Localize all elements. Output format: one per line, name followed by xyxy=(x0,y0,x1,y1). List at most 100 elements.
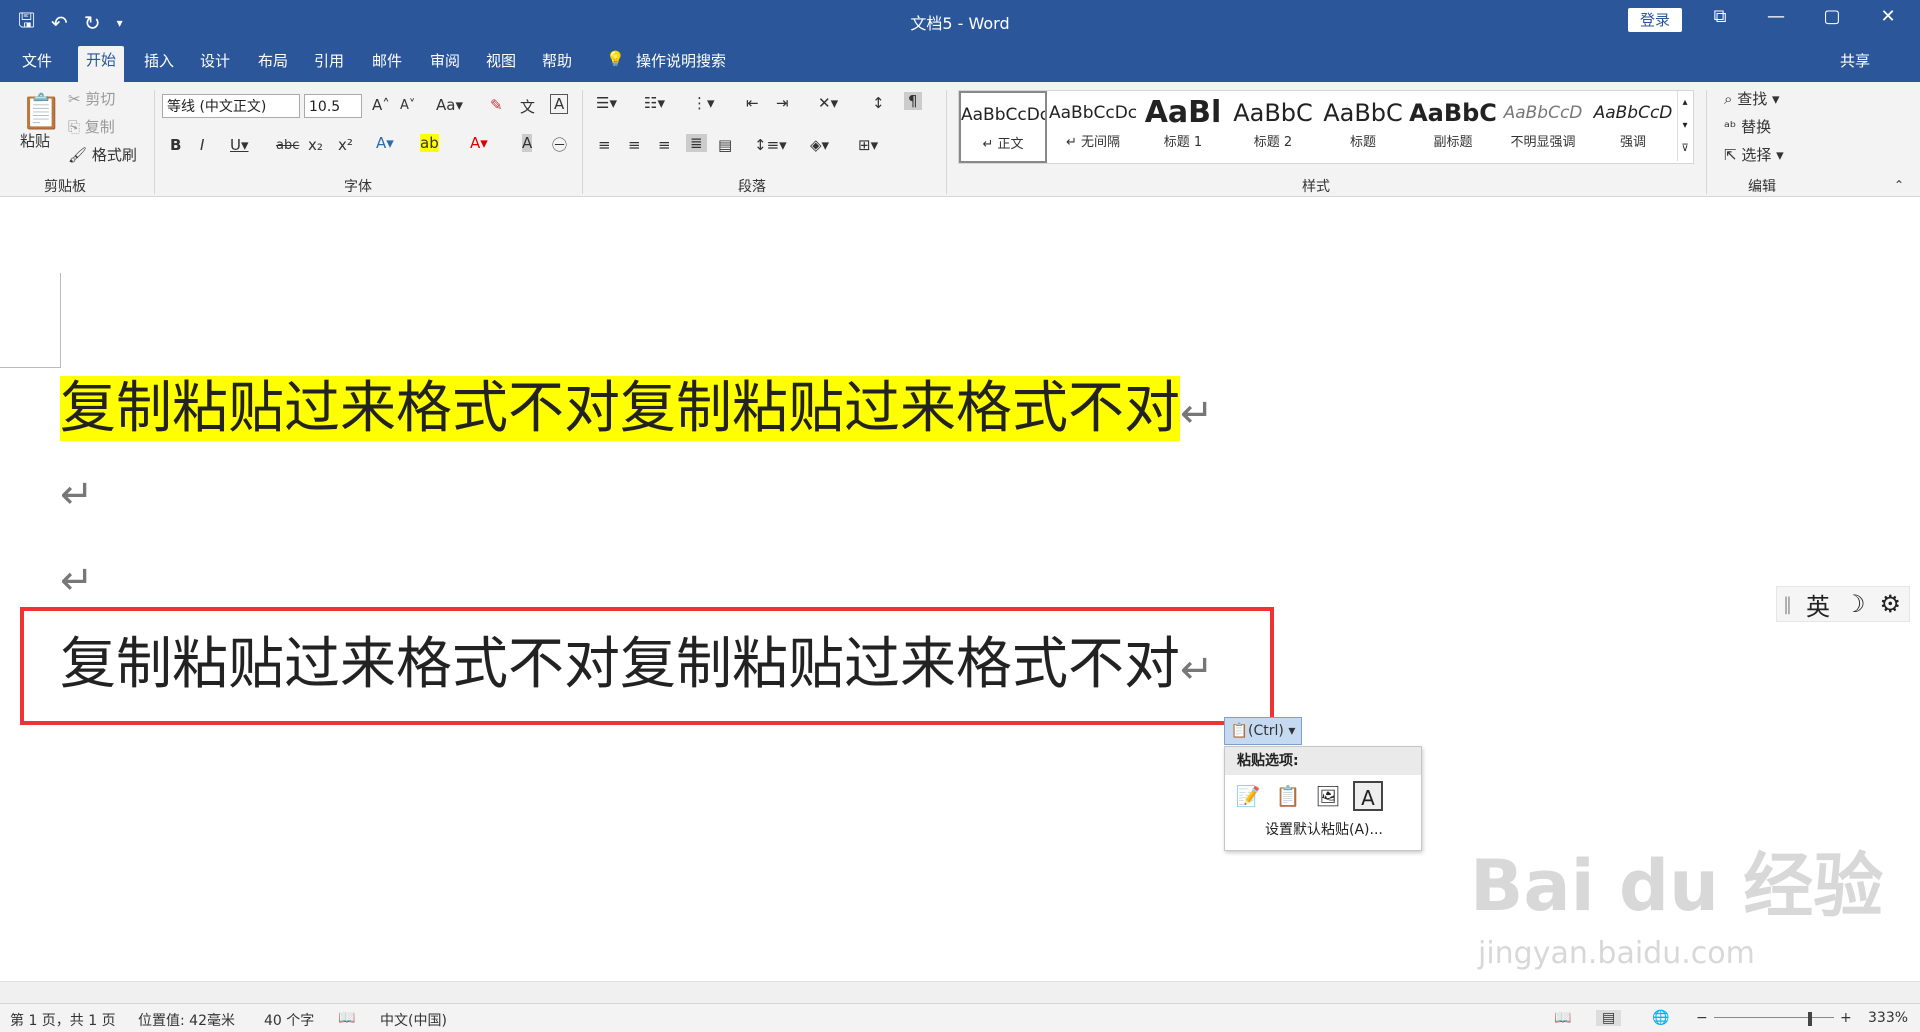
close-button[interactable]: ✕ xyxy=(1868,6,1908,27)
highlight-icon[interactable]: ab xyxy=(420,134,439,152)
tab-references[interactable]: 引用 xyxy=(314,50,344,71)
collapse-ribbon-icon[interactable]: ⌃ xyxy=(1894,178,1904,192)
merge-formatting-icon[interactable]: 📋 xyxy=(1273,781,1303,811)
zoom-out-button[interactable]: − xyxy=(1696,1010,1708,1026)
style-heading-1[interactable]: AaBl 标题 1 xyxy=(1139,91,1227,163)
paste-options-button[interactable]: 📋(Ctrl) ▾ xyxy=(1224,717,1302,745)
style-subtitle[interactable]: AaBbC 副标题 xyxy=(1409,91,1497,163)
underline-button[interactable]: U▾ xyxy=(230,136,249,154)
align-right-icon[interactable]: ≡ xyxy=(658,136,671,154)
paste-icon[interactable]: 📋 xyxy=(20,92,62,132)
style-no-spacing[interactable]: AaBbCcDc ↵ 无间隔 xyxy=(1049,91,1137,163)
tab-home[interactable]: 开始 xyxy=(78,46,125,82)
char-border-icon[interactable]: A xyxy=(550,94,569,114)
decrease-indent-icon[interactable]: ⇤ xyxy=(746,94,759,112)
clear-format-icon[interactable]: ✎ xyxy=(490,96,503,114)
zoom-slider-thumb[interactable] xyxy=(1808,1012,1812,1026)
replace-button[interactable]: ᵃᵇ 替换 xyxy=(1724,116,1771,137)
moon-icon[interactable]: ☽ xyxy=(1844,590,1866,618)
subscript-button[interactable]: x₂ xyxy=(308,136,323,154)
superscript-button[interactable]: x² xyxy=(338,136,353,154)
paragraph-highlighted[interactable]: 复制粘贴过来格式不对复制粘贴过来格式不对↵ xyxy=(60,373,1214,450)
enclose-char-icon[interactable]: ㊀ xyxy=(552,134,567,155)
line-spacing-icon[interactable]: ↕≡▾ xyxy=(754,136,787,154)
position-value[interactable]: 位置值: 42毫米 xyxy=(138,1010,235,1030)
bullets-icon[interactable]: ☰▾ xyxy=(596,94,617,112)
font-color-icon[interactable]: A▾ xyxy=(470,134,488,152)
tab-layout[interactable]: 布局 xyxy=(258,50,288,71)
grow-font-button[interactable]: A˄ xyxy=(372,96,390,114)
multilevel-list-icon[interactable]: ⋮▾ xyxy=(692,94,715,112)
tab-help[interactable]: 帮助 xyxy=(542,50,572,71)
text-effects-icon[interactable]: A▾ xyxy=(376,134,394,152)
align-center-icon[interactable]: ≡ xyxy=(628,136,641,154)
style-title[interactable]: AaBbC 标题 xyxy=(1319,91,1407,163)
font-size-select[interactable]: 10.5 xyxy=(304,94,362,118)
tab-review[interactable]: 审阅 xyxy=(430,50,460,71)
paste-picture-icon[interactable]: 🖼 xyxy=(1313,781,1343,811)
minimize-button[interactable]: — xyxy=(1756,6,1796,27)
tell-me-search[interactable]: 操作说明搜索 xyxy=(636,50,726,71)
paragraph-mark-icon: ↵ xyxy=(1180,391,1214,437)
tab-insert[interactable]: 插入 xyxy=(144,50,174,71)
styles-scroll[interactable]: ▴ ▾ ⊽ xyxy=(1677,91,1692,161)
web-layout-icon[interactable]: 🌐 xyxy=(1652,1010,1669,1026)
keep-source-formatting-icon[interactable]: 📝 xyxy=(1233,781,1263,811)
bold-button[interactable]: B xyxy=(170,136,181,154)
set-default-paste-link[interactable]: 设置默认粘贴(A)... xyxy=(1225,817,1421,839)
select-button[interactable]: ⇱ 选择 ▾ xyxy=(1724,144,1784,165)
proofing-icon[interactable]: 📖 xyxy=(338,1010,355,1026)
style-normal[interactable]: AaBbCcDc ↵ 正文 xyxy=(959,91,1047,163)
distributed-icon[interactable]: ▤ xyxy=(718,136,732,154)
styles-gallery: AaBbCcDc ↵ 正文 AaBbCcDc ↵ 无间隔 AaBl 标题 1 AaBb… xyxy=(958,90,1694,164)
zoom-slider[interactable] xyxy=(1714,1017,1834,1018)
keep-text-only-icon[interactable]: A xyxy=(1353,781,1383,811)
format-painter-button[interactable]: 🖌 格式刷 xyxy=(68,144,137,165)
page-count[interactable]: 第 1 页，共 1 页 xyxy=(10,1010,116,1030)
maximize-button[interactable]: ▢ xyxy=(1812,6,1852,27)
shrink-font-button[interactable]: A˅ xyxy=(400,98,415,113)
login-button[interactable]: 登录 xyxy=(1628,8,1682,32)
change-case-button[interactable]: Aa▾ xyxy=(436,96,463,114)
italic-button[interactable]: I xyxy=(200,136,204,154)
show-marks-icon[interactable]: ¶ xyxy=(904,92,922,110)
char-shading-icon[interactable]: A xyxy=(522,134,533,152)
ime-toolbar[interactable]: ‖ 英 ☽ ⚙ xyxy=(1776,586,1910,622)
zoom-in-button[interactable]: + xyxy=(1840,1010,1852,1026)
borders-icon[interactable]: ⊞▾ xyxy=(858,136,878,154)
style-heading-2[interactable]: AaBbC 标题 2 xyxy=(1229,91,1317,163)
paragraph-group-label: 段落 xyxy=(738,179,766,195)
language[interactable]: 中文(中国) xyxy=(380,1010,447,1030)
word-count[interactable]: 40 个字 xyxy=(264,1010,314,1030)
ribbon-display-icon[interactable]: ⧉ xyxy=(1700,6,1740,27)
tab-design[interactable]: 设计 xyxy=(200,50,230,71)
tab-view[interactable]: 视图 xyxy=(486,50,516,71)
drag-handle-icon[interactable]: ‖ xyxy=(1783,594,1792,615)
print-layout-icon[interactable]: ▤ xyxy=(1596,1010,1622,1026)
numbering-icon[interactable]: ☷▾ xyxy=(644,94,665,112)
gear-icon[interactable]: ⚙ xyxy=(1880,590,1902,618)
font-name-select[interactable]: 等线 (中文正文) xyxy=(162,94,300,118)
ime-language-toggle[interactable]: 英 xyxy=(1806,587,1830,622)
cut-button[interactable]: ✂ 剪切 xyxy=(68,88,115,109)
zoom-level[interactable]: 333% xyxy=(1868,1010,1908,1026)
increase-indent-icon[interactable]: ⇥ xyxy=(776,94,789,112)
style-emphasis[interactable]: AaBbCcD 强调 xyxy=(1589,91,1677,163)
tab-mailings[interactable]: 邮件 xyxy=(372,50,402,71)
find-button[interactable]: ⌕ 查找 ▾ xyxy=(1724,88,1780,109)
share-button[interactable]: 共享 xyxy=(1840,50,1870,71)
tab-file[interactable]: 文件 xyxy=(22,50,52,71)
horizontal-scrollbar[interactable] xyxy=(0,981,1920,1004)
read-mode-icon[interactable]: 📖 xyxy=(1554,1010,1571,1026)
style-subtle-emphasis[interactable]: AaBbCcD 不明显强调 xyxy=(1499,91,1587,163)
sort-icon[interactable]: ↕ xyxy=(872,94,885,112)
paste-button[interactable]: 粘贴 xyxy=(20,130,50,151)
document-area[interactable]: 复制粘贴过来格式不对复制粘贴过来格式不对↵ ↵ ↵ 复制粘贴过来格式不对复制粘贴… xyxy=(0,197,1920,981)
asian-layout-icon[interactable]: ✕▾ xyxy=(818,94,838,112)
justify-icon[interactable]: ≣ xyxy=(686,134,707,152)
phonetic-guide-icon[interactable]: 文 xyxy=(520,96,535,117)
strikethrough-button[interactable]: abc xyxy=(276,138,299,153)
align-left-icon[interactable]: ≡ xyxy=(598,136,611,154)
copy-button[interactable]: ⎘ 复制 xyxy=(68,116,115,137)
shading-icon[interactable]: ◈▾ xyxy=(810,136,829,154)
